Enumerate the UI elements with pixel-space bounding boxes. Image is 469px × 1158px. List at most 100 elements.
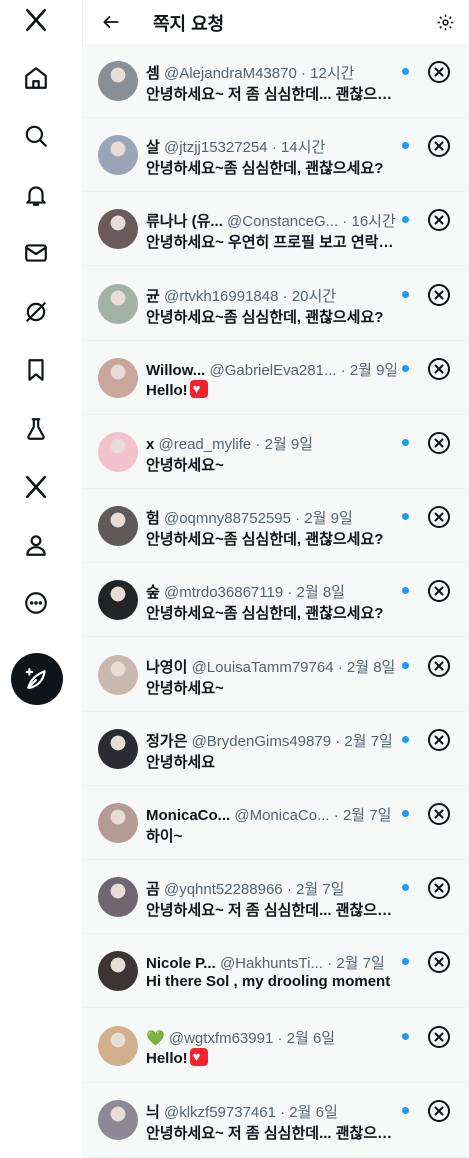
sender-name[interactable]: x xyxy=(146,436,154,453)
sender-handle: @klkzf59737461 xyxy=(163,1103,276,1121)
dismiss-request-button[interactable] xyxy=(426,59,452,85)
dismiss-request-button[interactable] xyxy=(426,133,452,159)
sender-name[interactable]: 나영이 xyxy=(146,659,187,676)
avatar[interactable] xyxy=(98,135,138,176)
messages-icon[interactable] xyxy=(11,228,61,278)
labs-icon[interactable] xyxy=(11,404,61,454)
avatar[interactable] xyxy=(98,506,138,547)
sender-name[interactable]: 셈 xyxy=(146,65,160,82)
timestamp: 14시간 xyxy=(280,139,326,157)
sender-name[interactable]: MonicaCo... xyxy=(146,807,230,824)
sender-name[interactable]: 💚 xyxy=(146,1030,165,1047)
dismiss-request-button[interactable] xyxy=(426,504,452,530)
sender-name[interactable]: 험 xyxy=(146,510,160,527)
sender-line: MonicaCo... @MonicaCo... · 2월 7일 xyxy=(146,804,396,824)
message-request-row[interactable]: 나영이 @LouisaTamm79764 · 2월 8일 안녕하세요~ xyxy=(83,638,469,712)
avatar[interactable] xyxy=(98,803,138,843)
search-icon[interactable] xyxy=(11,111,61,161)
sender-name[interactable]: 숲 xyxy=(146,584,160,601)
notifications-icon[interactable] xyxy=(11,170,61,220)
message-request-row[interactable]: 살 @jtzjj15327254 · 14시간 안녕하세요~좀 심심한데, 괜찮… xyxy=(83,118,469,193)
gear-icon xyxy=(437,14,453,30)
message-request-row[interactable]: 늬 @klkzf59737461 · 2월 6일 안녕하세요~ 저 좀 심심한데… xyxy=(83,1083,469,1157)
avatar[interactable] xyxy=(98,61,138,101)
message-request-row[interactable]: Willow... @GabrielEva281... · 2월 9일 Hell… xyxy=(83,341,469,415)
timestamp-separator: · xyxy=(300,65,306,82)
message-request-row[interactable]: 류나나 (유... @ConstanceG... · 16시간 안녕하세요~ 우… xyxy=(83,192,469,267)
dismiss-request-button[interactable] xyxy=(426,653,452,679)
sender-line: 살 @jtzjj15327254 · 14시간 xyxy=(146,136,396,156)
message-preview: 안녕하세요~ xyxy=(146,454,396,474)
avatar[interactable] xyxy=(98,357,138,398)
avatar[interactable] xyxy=(98,283,138,324)
avatar[interactable] xyxy=(98,580,138,621)
dismiss-request-button[interactable] xyxy=(426,578,452,604)
dismiss-request-button[interactable] xyxy=(426,1024,452,1050)
sender-line: 나영이 @LouisaTamm79764 · 2월 8일 xyxy=(146,656,396,676)
grok-icon[interactable] xyxy=(11,287,61,337)
sender-handle: @GabrielEva281... xyxy=(209,361,337,379)
sidebar xyxy=(0,0,83,1158)
sender-name[interactable]: 곰 xyxy=(146,881,160,898)
dismiss-request-button[interactable] xyxy=(426,356,452,382)
dismiss-request-button[interactable] xyxy=(426,801,452,827)
close-icon xyxy=(428,803,450,825)
message-request-row[interactable]: 곰 @yqhnt52288966 · 2월 7일 안녕하세요~ 저 좀 심심한데… xyxy=(83,860,469,935)
settings-button[interactable] xyxy=(429,6,461,38)
home-icon[interactable] xyxy=(11,53,61,103)
dismiss-request-button[interactable] xyxy=(426,282,452,308)
message-request-row[interactable]: Nicole P... @HakhuntsTi... · 2월 7일 Hi th… xyxy=(83,934,469,1009)
timestamp-separator: · xyxy=(327,955,333,973)
unread-dot xyxy=(402,587,409,595)
sender-name[interactable]: 류나나 (유... xyxy=(146,213,223,230)
more-icon[interactable] xyxy=(11,578,61,628)
unread-dot xyxy=(402,364,409,372)
dismiss-request-button[interactable] xyxy=(426,1098,452,1124)
sender-name[interactable]: 정가은 xyxy=(146,733,187,750)
sender-name[interactable]: 균 xyxy=(146,288,160,305)
x-logo-icon[interactable] xyxy=(11,0,61,45)
sender-line: 곰 @yqhnt52288966 · 2월 7일 xyxy=(146,878,396,898)
sender-handle: @jtzjj15327254 xyxy=(163,139,268,157)
avatar[interactable] xyxy=(98,1099,138,1140)
message-request-row[interactable]: 정가은 @BrydenGims49879 · 2월 7일 안녕하세요 xyxy=(83,712,469,786)
sender-name[interactable]: 살 xyxy=(146,139,160,156)
avatar[interactable] xyxy=(98,432,138,472)
sender-name[interactable]: Willow... xyxy=(146,362,205,379)
avatar[interactable] xyxy=(98,209,138,250)
bookmarks-icon[interactable] xyxy=(11,345,61,395)
sender-handle: @LouisaTamm79764 xyxy=(191,658,334,676)
sender-handle: @mtrdo36867119 xyxy=(163,584,284,602)
profile-icon[interactable] xyxy=(11,520,61,570)
dismiss-request-button[interactable] xyxy=(426,949,452,975)
avatar[interactable] xyxy=(98,654,138,695)
message-request-row[interactable]: 험 @oqmny88752595 · 2월 9일 안녕하세요~좀 심심한데, 괜… xyxy=(83,489,469,564)
dismiss-request-button[interactable] xyxy=(426,207,452,233)
message-request-row[interactable]: x @read_mylife · 2월 9일 안녕하세요~ xyxy=(83,415,469,489)
compose-post-button[interactable] xyxy=(11,653,63,705)
dismiss-request-button[interactable] xyxy=(426,875,452,901)
timestamp-separator: · xyxy=(286,881,292,899)
unread-dot xyxy=(402,142,409,150)
sender-name[interactable]: 늬 xyxy=(146,1104,160,1121)
avatar[interactable] xyxy=(98,877,138,918)
premium-x-icon[interactable] xyxy=(11,462,61,512)
timestamp: 2월 9일 xyxy=(349,361,396,379)
timestamp: 2월 7일 xyxy=(342,807,392,824)
message-request-row[interactable]: 💚 @wgtxfm63991 · 2월 6일 Hello! xyxy=(83,1009,469,1083)
timestamp: 12시간 xyxy=(310,65,355,82)
back-button[interactable] xyxy=(97,8,125,36)
avatar[interactable] xyxy=(98,951,138,992)
message-request-row[interactable]: 균 @rtvkh16991848 · 20시간 안녕하세요~좀 심심한데, 괜찮… xyxy=(83,267,469,341)
dismiss-request-button[interactable] xyxy=(426,727,452,753)
avatar[interactable] xyxy=(98,728,138,769)
message-request-row[interactable]: 숲 @mtrdo36867119 · 2월 8일 안녕하세요~좀 심심한데, 괜… xyxy=(83,563,469,638)
avatar[interactable] xyxy=(98,1025,138,1066)
timestamp-separator: · xyxy=(255,436,261,453)
timestamp: 2월 6일 xyxy=(286,1029,336,1047)
sender-handle: @oqmny88752595 xyxy=(163,510,291,528)
dismiss-request-button[interactable] xyxy=(426,430,452,456)
message-request-row[interactable]: 셈 @AlejandraM43870 · 12시간 안녕하세요~ 저 좀 심심한… xyxy=(83,44,469,118)
message-request-row[interactable]: MonicaCo... @MonicaCo... · 2월 7일 하이~ xyxy=(83,786,469,860)
sender-name[interactable]: Nicole P... xyxy=(146,955,216,972)
